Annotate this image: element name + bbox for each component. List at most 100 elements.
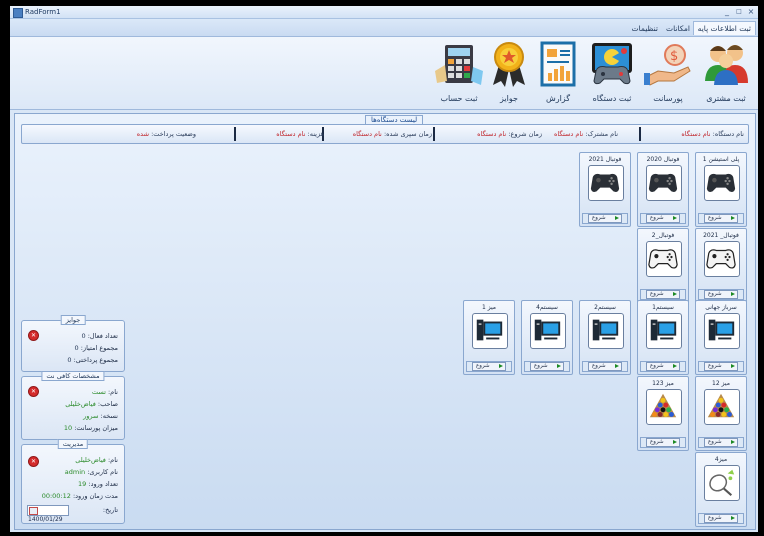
calculator-icon <box>435 45 483 85</box>
info-value: نام دستگاه <box>477 130 507 138</box>
device-card[interactable]: فوتبال 2021 شروع <box>579 152 631 227</box>
tab-basic-info[interactable]: ثبت اطلاعات پایه <box>692 21 756 35</box>
play-icon <box>673 440 677 444</box>
admin-name-row: نام: فیاض‌خلیلی <box>75 456 118 464</box>
device-name: فوتبال_ 2021 <box>703 232 739 239</box>
row-value: فیاض‌خلیلی <box>65 400 96 408</box>
cafe-version-row: نسخه: سرور <box>83 412 118 420</box>
start-button[interactable]: شروع <box>704 438 738 447</box>
tab-features[interactable]: امکانات <box>662 22 694 35</box>
play-icon <box>731 440 735 444</box>
device-card[interactable]: پلی استیشن 1 شروع <box>695 152 747 227</box>
tab-settings[interactable]: تنظیمات <box>628 22 662 35</box>
start-button[interactable]: شروع <box>704 214 738 223</box>
device-card[interactable]: سیستم4 شروع <box>521 300 573 375</box>
device-card[interactable]: میز 1 شروع <box>463 300 515 375</box>
start-button[interactable]: شروع <box>588 214 622 223</box>
start-label: شروع <box>708 363 722 369</box>
device-card[interactable]: فوتبال 2020 شروع <box>637 152 689 227</box>
device-card[interactable]: فوتبال_ 2021 شروع <box>695 228 747 303</box>
start-button[interactable]: شروع <box>704 514 738 523</box>
start-button[interactable]: شروع <box>646 438 680 447</box>
start-label: شروع <box>650 363 664 369</box>
commission-label: پورسانت <box>653 94 683 103</box>
info-device-name: نام دستگاه: نام دستگاه <box>681 130 744 138</box>
start-button[interactable]: شروع <box>704 290 738 299</box>
device-card[interactable]: میز4 شروع <box>695 452 747 527</box>
info-value: نام دستگاه <box>352 130 382 138</box>
register-customer-button[interactable]: ثبت مشتری <box>698 39 754 105</box>
row-key: نسخه: <box>100 412 118 420</box>
start-button[interactable]: شروع <box>530 362 564 371</box>
awards-panel-title: جوایز <box>60 315 86 325</box>
start-button[interactable]: شروع <box>472 362 506 371</box>
start-button[interactable]: شروع <box>646 214 680 223</box>
device-card[interactable]: سیستم1 شروع <box>637 300 689 375</box>
register-account-label: ثبت حساب <box>440 94 478 103</box>
device-card[interactable]: میز 123 شروع <box>637 376 689 451</box>
device-name: سرباز جهانی <box>705 304 737 311</box>
cafe-info-panel-title: مشخصات کافی نت <box>41 371 105 381</box>
game-device-icon <box>592 43 632 85</box>
xbox-icon <box>704 241 740 277</box>
maximize-button[interactable]: □ <box>734 8 744 15</box>
row-value: admin <box>64 468 86 476</box>
row-value: 0 <box>74 344 79 352</box>
minimize-button[interactable]: _ <box>722 7 732 16</box>
register-device-button[interactable]: ثبت دستگاه <box>584 39 640 105</box>
report-button[interactable]: گزارش <box>536 39 580 105</box>
app-icon <box>13 8 23 18</box>
device-name: سیستم1 <box>652 304 674 311</box>
info-separator <box>433 127 435 141</box>
info-key: وضعیت پرداخت: <box>151 130 196 138</box>
start-label: شروع <box>592 215 606 221</box>
commission-button[interactable]: $ پورسانت <box>642 39 694 105</box>
total-paid-row: مجموع پرداختی: 0 <box>67 356 118 364</box>
start-label: شروع <box>708 215 722 221</box>
register-account-button[interactable]: ثبت حساب <box>432 39 486 105</box>
start-button[interactable]: شروع <box>588 362 622 371</box>
console-icon <box>588 165 624 201</box>
admin-login-duration-row: مدت زمان ورود: 00:00:12 <box>42 492 118 500</box>
console-icon <box>704 165 740 201</box>
admin-panel-title: مدیریت <box>57 439 89 449</box>
device-name: سیستم2 <box>594 304 616 311</box>
admin-panel-close-icon[interactable]: ✕ <box>28 456 39 467</box>
row-value: تست <box>91 388 106 396</box>
billiard-icon <box>704 389 740 425</box>
date-picker[interactable]: 1400/01/29 <box>27 505 69 523</box>
play-icon <box>731 364 735 368</box>
device-card[interactable]: سیستم2 شروع <box>579 300 631 375</box>
start-label: شروع <box>650 439 664 445</box>
row-key: تعداد فعال: <box>87 332 118 340</box>
start-button[interactable]: شروع <box>704 362 738 371</box>
device-card[interactable]: فوتبال_2 شروع <box>637 228 689 303</box>
play-icon <box>731 216 735 220</box>
calendar-icon <box>29 507 38 515</box>
xbox-icon <box>646 241 682 277</box>
close-button[interactable]: × <box>746 7 756 16</box>
row-key: میزان پورسانت: <box>74 424 118 432</box>
start-label: شروع <box>708 515 722 521</box>
awards-panel-close-icon[interactable]: ✕ <box>28 330 39 341</box>
cafe-panel-close-icon[interactable]: ✕ <box>28 386 39 397</box>
play-icon <box>731 292 735 296</box>
info-separator <box>234 127 236 141</box>
main-window: RadForm1 _ □ × ثبت اطلاعات پایه امکانات … <box>10 6 758 532</box>
awards-button[interactable]: جوایز <box>486 39 532 105</box>
info-key: نام مشترک: <box>585 130 618 138</box>
device-card[interactable]: میز 12 شروع <box>695 376 747 451</box>
date-value: 1400/01/29 <box>28 516 63 523</box>
info-value: نام دستگاه <box>681 130 711 138</box>
row-value: 0 <box>81 332 86 340</box>
info-key: هزینه: <box>307 130 324 138</box>
device-card[interactable]: سرباز جهانی شروع <box>695 300 747 375</box>
start-label: شروع <box>708 291 722 297</box>
info-value: شده <box>136 130 150 138</box>
start-button[interactable]: شروع <box>646 290 680 299</box>
row-key: صاحب: <box>97 400 118 408</box>
start-button[interactable]: شروع <box>646 362 680 371</box>
row-key: نام کاربری: <box>87 468 118 476</box>
start-label: شروع <box>592 363 606 369</box>
device-name: میز 1 <box>481 304 497 311</box>
